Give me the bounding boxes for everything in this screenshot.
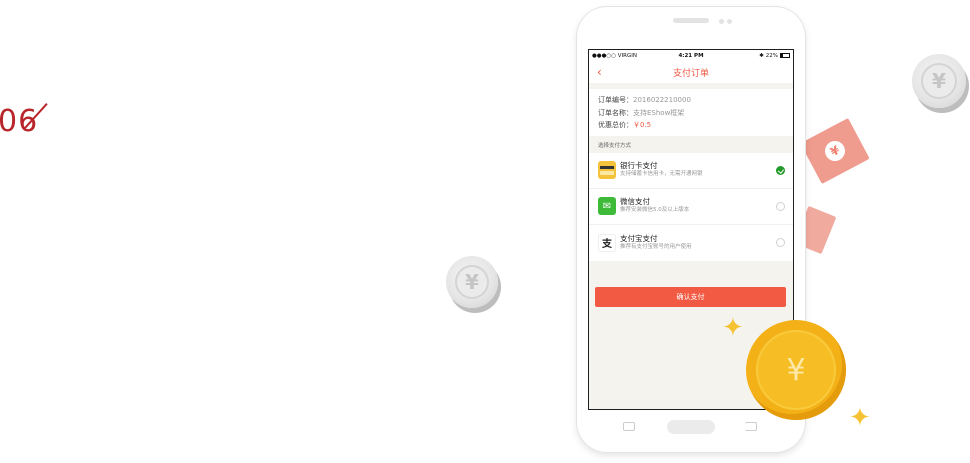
payment-section-label: 选择支付方式 (598, 142, 632, 149)
wechat-icon: ✉ (598, 197, 616, 215)
back-chevron-icon[interactable]: ‹ (597, 65, 602, 79)
coin-gray-icon: ¥ (446, 256, 498, 308)
payment-option-name: 微信支付 (620, 197, 650, 206)
bank-card-icon (598, 161, 616, 179)
payment-methods: 银行卡支付 支持储蓄卡信用卡，无需开通网银 ✉ 微信支付 推荐安装微信5.0及以… (589, 152, 793, 261)
payment-option-desc: 支持储蓄卡信用卡，无需开通网银 (620, 171, 703, 177)
payment-option-desc: 推荐有支付宝账号的用户使用 (620, 243, 692, 250)
camera-sensor (727, 19, 732, 24)
battery-icon (780, 53, 790, 58)
order-number-row: 订单编号：2016022210000 (598, 96, 691, 104)
section-number-text: 06 (0, 104, 39, 139)
order-total-row: 优惠总价：￥0.5 (598, 121, 652, 129)
gold-coin-icon: ¥ (746, 320, 846, 420)
banknote-icon: ¥ (800, 118, 870, 184)
alipay-icon: 支 (598, 233, 616, 252)
radio-unchecked-icon[interactable] (776, 201, 785, 211)
payment-option-desc: 推荐安装微信5.0及以上版本 (620, 207, 690, 213)
clock: 4:21 PM (678, 52, 704, 59)
payment-option-name: 支付宝支付 (620, 233, 658, 243)
order-name-row: 订单名称：支持EShow框架 (598, 108, 685, 117)
order-total: ￥0.5 (633, 121, 652, 129)
coin-gray-icon: ¥ (912, 54, 966, 108)
section-number: 06 (0, 100, 62, 156)
speaker-grille (673, 18, 709, 23)
order-info: 订单编号：2016022210000 订单名称：支持EShow框架 优惠总价：￥… (589, 89, 793, 136)
payment-option-bank[interactable]: 银行卡支付 支持储蓄卡信用卡，无需开通网银 (589, 153, 793, 189)
sparkle-icon: ✦ (849, 403, 871, 433)
sparkle-icon: ✦ (722, 313, 744, 343)
payment-option-wechat[interactable]: ✉ 微信支付 推荐安装微信5.0及以上版本 (589, 189, 793, 225)
radio-unchecked-icon[interactable] (776, 237, 785, 247)
status-bar: ●●●○○ VIRGIN 4:21 PM ✱ 22% (589, 50, 793, 61)
nav-bar: ‹ 支付订单 (589, 61, 793, 83)
back-key-icon (745, 422, 757, 431)
menu-key-icon (623, 422, 635, 431)
camera-sensor (719, 19, 724, 24)
payment-option-name: 银行卡支付 (620, 161, 658, 170)
payment-option-alipay[interactable]: 支 支付宝支付 推荐有支付宝账号的用户使用 (589, 225, 793, 261)
radio-checked-icon[interactable] (776, 165, 785, 175)
home-button (667, 420, 715, 434)
order-number: 2016022210000 (633, 96, 691, 104)
order-name: 支持EShow框架 (633, 108, 685, 117)
page-title: 支付订单 (672, 68, 709, 79)
confirm-payment-button[interactable]: 确认支付 (595, 287, 786, 307)
